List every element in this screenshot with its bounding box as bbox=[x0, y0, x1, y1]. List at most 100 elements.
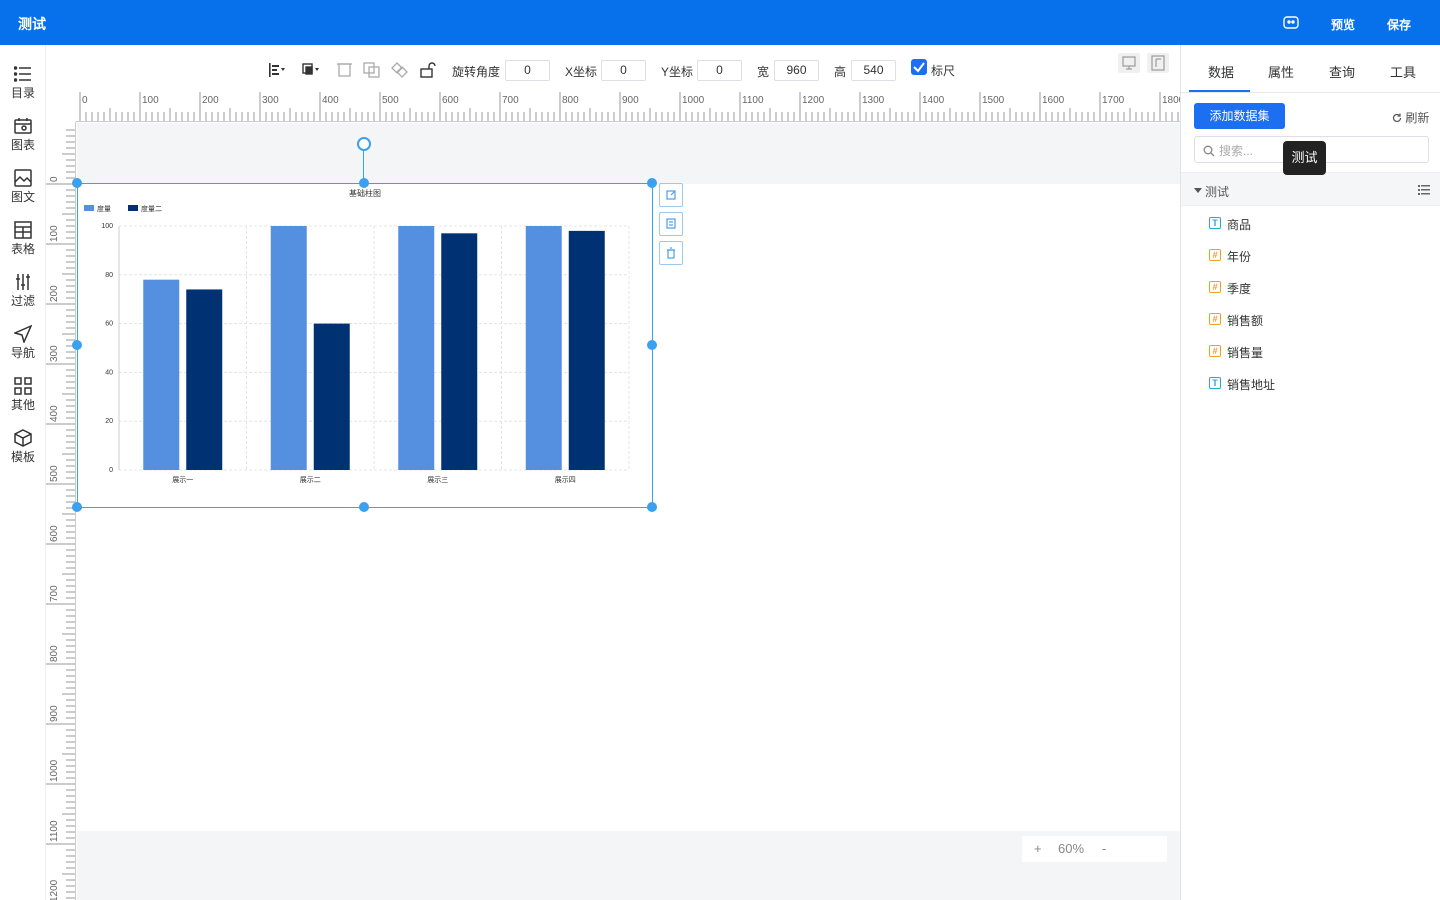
ruler-tick-label: 500 bbox=[382, 95, 399, 106]
navigation-icon bbox=[14, 325, 32, 343]
ruler-tick-label: 600 bbox=[49, 525, 60, 542]
x-coordinate-input[interactable]: 0 bbox=[601, 60, 646, 81]
page-settings-button[interactable] bbox=[1147, 53, 1169, 73]
ruler-tick-label: 1100 bbox=[49, 820, 60, 842]
vertical-ruler-scale: 0 100 200 300 400 500 600 700 800 900 1000 1100 1200 bbox=[46, 129, 75, 900]
dataset-group-row[interactable]: 测试 bbox=[1181, 172, 1440, 206]
sidebar-item-other[interactable]: 其他 bbox=[0, 377, 46, 413]
resize-handle-bottom-right[interactable] bbox=[647, 502, 657, 512]
tab-properties[interactable]: 属性 bbox=[1268, 62, 1294, 81]
toolbar: 旋转角度 0 X坐标 0 Y坐标 0 宽 960 高 540 标尺 bbox=[46, 45, 1180, 92]
field-name: 销售量 bbox=[1227, 346, 1264, 360]
sidebar-item-filter[interactable]: 过滤 bbox=[0, 273, 46, 309]
ruler-tick-label: 900 bbox=[49, 705, 60, 722]
y-coordinate-input[interactable]: 0 bbox=[697, 60, 742, 81]
chart-icon bbox=[14, 118, 32, 134]
ruler-tick-label: 900 bbox=[622, 95, 639, 106]
delete-component-button[interactable] bbox=[659, 241, 683, 265]
copy-component-button[interactable] bbox=[659, 212, 683, 236]
sidebar-item-label: 导航 bbox=[10, 346, 35, 360]
rotate-handle[interactable] bbox=[357, 137, 371, 151]
x-tick-label: 展示二 bbox=[300, 476, 321, 484]
resize-handle-top-right[interactable] bbox=[647, 178, 657, 188]
canvas-bottom-area bbox=[77, 831, 1180, 900]
resize-handle-top[interactable] bbox=[359, 178, 369, 188]
rotation-input[interactable]: 0 bbox=[505, 60, 550, 81]
resize-handle-bottom[interactable] bbox=[359, 502, 369, 512]
zoom-in-button[interactable]: + bbox=[1034, 841, 1042, 856]
sidebar-item-template[interactable]: 模板 bbox=[0, 429, 46, 465]
sidebar-item-chart[interactable]: 图表 bbox=[0, 117, 46, 153]
sidebar-item-label: 目录 bbox=[10, 86, 35, 100]
resize-handle-bottom-left[interactable] bbox=[72, 502, 82, 512]
vertical-ruler[interactable]: 0 100 200 300 400 500 600 700 800 900 1000 1100 1200 bbox=[46, 122, 76, 900]
sidebar-item-table[interactable]: 表格 bbox=[0, 221, 46, 257]
robot-icon[interactable] bbox=[1283, 15, 1299, 29]
align-dropdown-icon[interactable] bbox=[268, 62, 286, 78]
number-field-icon: # bbox=[1209, 281, 1221, 293]
ruler-label: 标尺 bbox=[931, 64, 956, 78]
sidebar-item-label: 过滤 bbox=[10, 294, 35, 308]
preview-button[interactable]: 预览 bbox=[1331, 16, 1355, 33]
table-icon bbox=[14, 221, 32, 239]
ruler-tick-label: 1500 bbox=[982, 95, 1005, 106]
legend-swatch bbox=[128, 205, 138, 211]
ruler-tick-label: 500 bbox=[49, 465, 60, 482]
refresh-button[interactable]: 刷新 bbox=[1392, 109, 1429, 126]
right-panel: 数据 属性 查询 工具 添加数据集 刷新 搜索... 测试 T 商品 # 年份 … bbox=[1180, 45, 1440, 900]
ruler-tick-label: 700 bbox=[502, 95, 519, 106]
zoom-level: 60% bbox=[1058, 841, 1085, 856]
list-icon bbox=[14, 66, 31, 82]
sidebar-item-image-text[interactable]: 图文 bbox=[0, 169, 46, 205]
resize-handle-top-left[interactable] bbox=[72, 178, 82, 188]
number-field-icon: # bbox=[1209, 249, 1221, 261]
edit-component-button[interactable] bbox=[659, 183, 683, 207]
bar bbox=[568, 230, 605, 470]
tab-tools[interactable]: 工具 bbox=[1390, 62, 1416, 81]
zoom-out-button[interactable]: - bbox=[1102, 841, 1106, 856]
group-icon[interactable] bbox=[336, 62, 354, 78]
save-button[interactable]: 保存 bbox=[1387, 16, 1411, 33]
y-tick-label: 20 bbox=[105, 418, 113, 425]
field-name: 销售额 bbox=[1227, 314, 1264, 328]
number-field-icon: # bbox=[1209, 345, 1221, 357]
ungroup-icon[interactable] bbox=[391, 62, 409, 78]
number-field-icon: # bbox=[1209, 313, 1221, 325]
dataset-group-name: 测试 bbox=[1205, 185, 1230, 199]
layer-dropdown-icon[interactable] bbox=[302, 62, 320, 78]
image-text-icon bbox=[14, 169, 32, 187]
width-label: 宽 bbox=[757, 65, 770, 79]
ruler-tick-label: 1400 bbox=[922, 95, 945, 106]
horizontal-ruler[interactable]: 0 100 200 300 400 500 600 700 800 900 1000 1100 1200… bbox=[76, 92, 1180, 122]
ruler-tick-label: 1300 bbox=[862, 95, 885, 106]
width-input[interactable]: 960 bbox=[774, 60, 819, 81]
ruler-tick-label: 1800 bbox=[1162, 95, 1180, 106]
tab-data[interactable]: 数据 bbox=[1208, 62, 1234, 81]
resize-handle-right[interactable] bbox=[647, 340, 657, 350]
ruler-checkbox[interactable] bbox=[911, 59, 927, 75]
unlock-icon[interactable] bbox=[419, 62, 437, 78]
bar bbox=[398, 226, 435, 470]
bar bbox=[143, 279, 180, 470]
height-input[interactable]: 540 bbox=[851, 60, 896, 81]
merge-icon[interactable] bbox=[363, 62, 381, 78]
add-dataset-button[interactable]: 添加数据集 bbox=[1194, 103, 1285, 129]
x-tick-label: 展示四 bbox=[555, 476, 576, 484]
sidebar-item-navigation[interactable]: 导航 bbox=[0, 325, 46, 361]
bar-chart: 基础柱图度量 度量二 0 20 40 60 80 100 展示一 展示二 展示三 展示四 bbox=[84, 188, 630, 484]
chart-title: 基础柱图 bbox=[349, 188, 381, 198]
tab-query[interactable]: 查询 bbox=[1329, 62, 1355, 81]
copy-icon bbox=[666, 218, 676, 229]
list-menu-icon[interactable] bbox=[1418, 185, 1430, 195]
resize-handle-left[interactable] bbox=[72, 340, 82, 350]
text-field-icon: T bbox=[1209, 217, 1221, 229]
field-name: 销售地址 bbox=[1227, 378, 1276, 392]
bar bbox=[313, 323, 350, 470]
text-field-icon: T bbox=[1209, 377, 1221, 389]
ruler-tick-label: 1700 bbox=[1102, 95, 1125, 106]
sidebar-item-catalog[interactable]: 目录 bbox=[0, 65, 46, 101]
chart-component[interactable]: 基础柱图 度量 度量二 0 20 40 60 80 100 展示一 展示二 展示三 展示四 bbox=[77, 183, 653, 508]
screen-preview-button[interactable] bbox=[1118, 53, 1140, 73]
ruler-tick-label: 1000 bbox=[49, 759, 60, 782]
height-label: 高 bbox=[834, 65, 847, 79]
